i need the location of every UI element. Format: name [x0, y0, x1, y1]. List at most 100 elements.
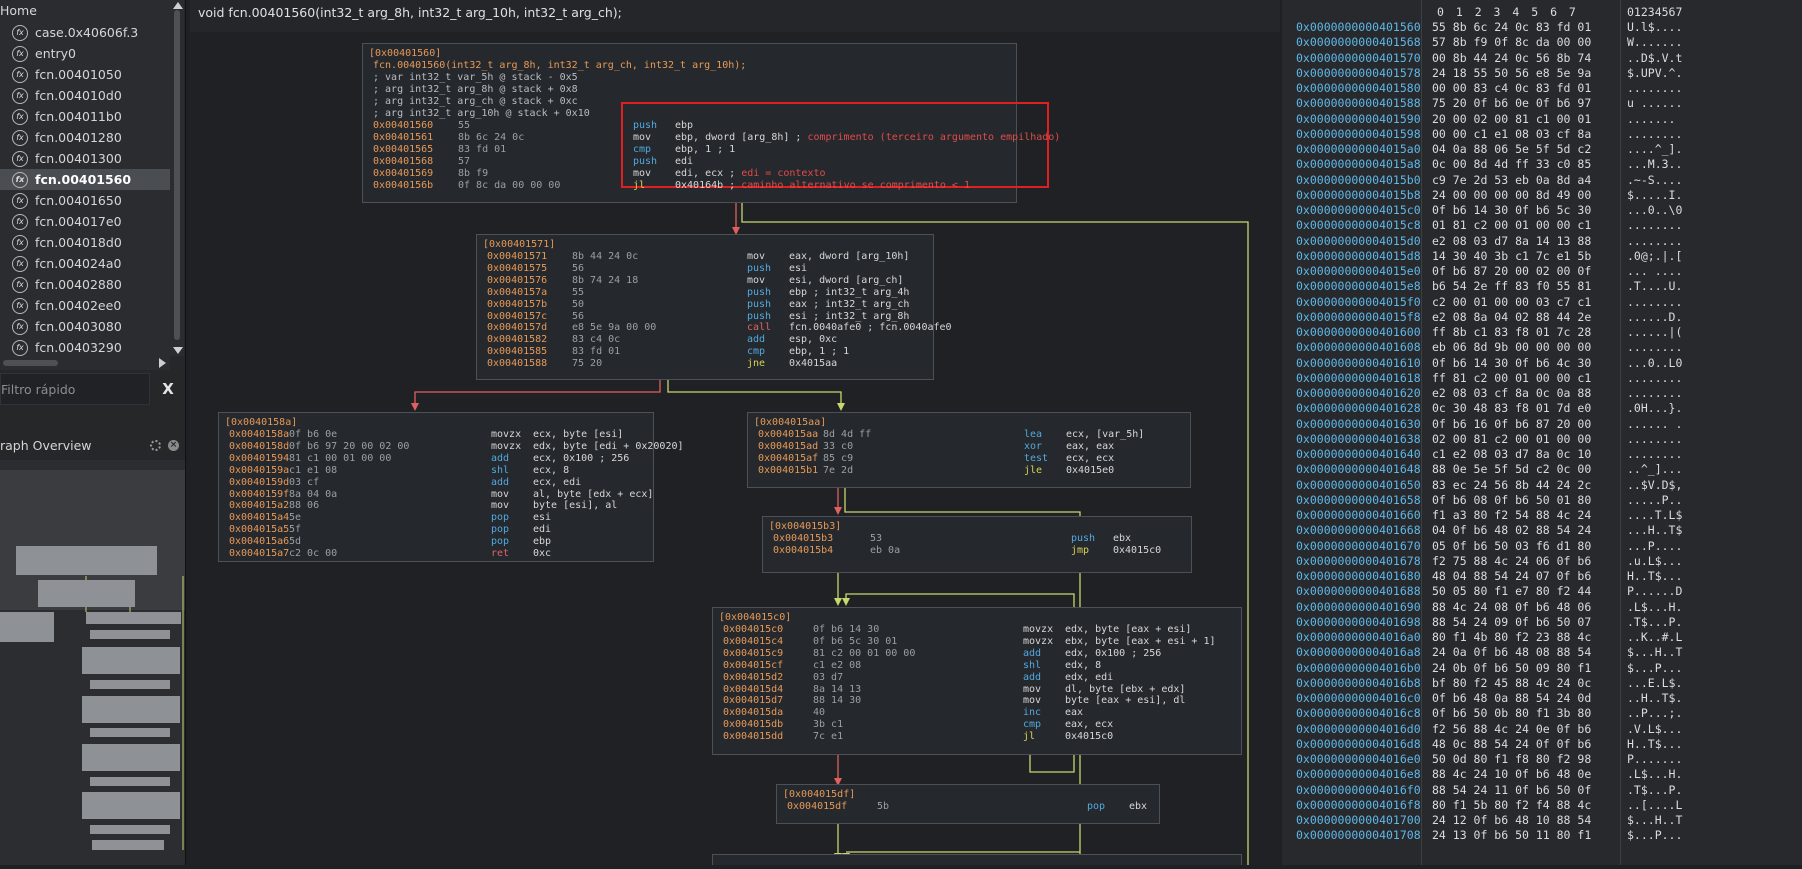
hexdump-address[interactable]: 0x0000000000401560	[1296, 20, 1421, 35]
instruction-address[interactable]: 0x00401561	[373, 132, 433, 144]
hexdump-address[interactable]: 0x00000000004016c0	[1296, 691, 1421, 706]
hexdump-bytes[interactable]: 00 8b 44 24 0c 56 8b 74	[1432, 51, 1591, 66]
hexdump-address[interactable]: 0x0000000000401628	[1296, 401, 1421, 416]
basic-block-0x004015aa[interactable]: [0x004015aa] 0x004015aa 8d 4d ff lea ecx, […	[747, 412, 1191, 488]
hexdump-address[interactable]: 0x00000000004015a0	[1296, 142, 1421, 157]
hexdump-ascii[interactable]: $.UPV.^.	[1627, 66, 1682, 81]
function-list-item[interactable]: fx fcn.00403290	[0, 337, 170, 356]
function-list-item[interactable]: fx fcn.00401280	[0, 127, 170, 148]
instruction-address[interactable]: 0x004015d4	[723, 684, 783, 696]
hexdump-ascii[interactable]: ........	[1627, 447, 1682, 462]
hexdump-address[interactable]: 0x00000000004015c8	[1296, 218, 1421, 233]
hexdump-ascii[interactable]: ...0..\0	[1627, 203, 1682, 218]
hexdump-address[interactable]: 0x0000000000401588	[1296, 96, 1421, 111]
instruction-address[interactable]: 0x0040157b	[487, 299, 547, 311]
hexdump-bytes[interactable]: 88 54 24 09 0f b6 50 07	[1432, 615, 1591, 630]
hexdump-address[interactable]: 0x00000000004015c0	[1296, 203, 1421, 218]
function-list-item[interactable]: fx fcn.00401300	[0, 148, 170, 169]
hexdump-address[interactable]: 0x00000000004016a0	[1296, 630, 1421, 645]
instruction-address[interactable]: 0x0040156b	[373, 180, 433, 192]
hexdump-address[interactable]: 0x0000000000401608	[1296, 340, 1421, 355]
function-list-item[interactable]: fx case.0x40606f.3	[0, 22, 170, 43]
hexdump-bytes[interactable]: f2 56 88 4c 24 0e 0f b6	[1432, 722, 1591, 737]
hexdump-panel[interactable]: 0 1 2 3 4 5 6 7 01234567 0x0000000000401…	[1282, 0, 1802, 865]
hexdump-bytes[interactable]: 0f b6 14 30 0f b6 5c 30	[1432, 203, 1591, 218]
hexdump-address[interactable]: 0x00000000004015e8	[1296, 279, 1421, 294]
instruction-address[interactable]: 0x0040157c	[487, 311, 547, 323]
hexdump-ascii[interactable]: .T$...P.	[1627, 615, 1682, 630]
basic-block-next[interactable]	[712, 854, 1242, 865]
hexdump-bytes[interactable]: 01 81 c2 00 01 00 00 c1	[1432, 218, 1591, 233]
hexdump-ascii[interactable]: $...H..T	[1627, 813, 1682, 828]
instruction-address[interactable]: 0x004015db	[723, 719, 783, 731]
hexdump-ascii[interactable]: ........	[1627, 234, 1682, 249]
hexdump-ascii[interactable]: H..T$...	[1627, 737, 1682, 752]
instruction-address[interactable]: 0x00401582	[487, 334, 547, 346]
hexdump-bytes[interactable]: 48 04 88 54 24 07 0f b6	[1432, 569, 1591, 584]
function-list-item[interactable]: fx fcn.00403080	[0, 316, 170, 337]
vertical-scroll-thumb[interactable]	[174, 10, 180, 340]
instruction-address[interactable]: 0x00401588	[487, 358, 547, 370]
function-list-item[interactable]: fx fcn.004024a0	[0, 253, 170, 274]
hexdump-ascii[interactable]: ..H..T$.	[1627, 691, 1682, 706]
hexdump-bytes[interactable]: 0f b6 87 20 00 02 00 0f	[1432, 264, 1591, 279]
hexdump-ascii[interactable]: u ......	[1627, 96, 1682, 111]
hexdump-address[interactable]: 0x0000000000401598	[1296, 127, 1421, 142]
hexdump-bytes[interactable]: 88 54 24 11 0f b6 50 0f	[1432, 783, 1591, 798]
hexdump-bytes[interactable]: 0c 30 48 83 f8 01 7d e0	[1432, 401, 1591, 416]
hexdump-ascii[interactable]: $...P...	[1627, 828, 1682, 843]
hexdump-address[interactable]: 0x00000000004015e0	[1296, 264, 1421, 279]
hexdump-bytes[interactable]: 0f b6 14 30 0f b6 4c 30	[1432, 356, 1591, 371]
hexdump-bytes[interactable]: 50 05 80 f1 e7 80 f2 44	[1432, 584, 1591, 599]
hexdump-ascii[interactable]: ........	[1627, 371, 1682, 386]
instruction-address[interactable]: 0x0040159f	[229, 489, 289, 501]
function-list-item[interactable]: fx fcn.00402880	[0, 274, 170, 295]
hexdump-bytes[interactable]: 0f b6 16 0f b6 87 20 00	[1432, 417, 1591, 432]
hexdump-bytes[interactable]: 50 0d 80 f1 f8 80 f2 98	[1432, 752, 1591, 767]
function-list-item[interactable]: fx fcn.00401650	[0, 190, 170, 211]
graph-overview-minimap[interactable]	[0, 460, 185, 865]
hexdump-bytes[interactable]: 24 12 0f b6 48 10 88 54	[1432, 813, 1591, 828]
instruction-address[interactable]: 0x004015b1	[758, 465, 818, 477]
hexdump-address[interactable]: 0x00000000004015d8	[1296, 249, 1421, 264]
instruction-address[interactable]: 0x004015dd	[723, 731, 783, 743]
instruction-address[interactable]: 0x0040157a	[487, 287, 547, 299]
instruction-address[interactable]: 0x0040159a	[229, 465, 289, 477]
instruction-address[interactable]: 0x00401594	[229, 453, 289, 465]
hexdump-bytes[interactable]: b6 54 2e ff 83 f0 55 81	[1432, 279, 1591, 294]
function-list-item[interactable]: fx fcn.00401050	[0, 64, 170, 85]
hexdump-ascii[interactable]: ..$V.D$,	[1627, 478, 1682, 493]
hexdump-bytes[interactable]: 88 4c 24 10 0f b6 48 0e	[1432, 767, 1591, 782]
horizontal-scroll-thumb[interactable]	[3, 360, 58, 366]
instruction-address[interactable]: 0x004015b3	[773, 533, 833, 545]
hexdump-bytes[interactable]: 80 f1 4b 80 f2 23 88 4c	[1432, 630, 1591, 645]
instruction-address[interactable]: 0x00401560	[373, 120, 433, 132]
hexdump-bytes[interactable]: e2 08 8a 04 02 88 44 2e	[1432, 310, 1591, 325]
hexdump-bytes[interactable]: 14 30 40 3b c1 7c e1 5b	[1432, 249, 1591, 264]
hexdump-bytes[interactable]: 80 f1 5b 80 f2 f4 88 4c	[1432, 798, 1591, 813]
hexdump-address[interactable]: 0x0000000000401568	[1296, 35, 1421, 50]
hexdump-ascii[interactable]: ... ....	[1627, 264, 1682, 279]
instruction-address[interactable]: 0x00401568	[373, 156, 433, 168]
hexdump-address[interactable]: 0x00000000004016b0	[1296, 661, 1421, 676]
hexdump-bytes[interactable]: 0f b6 08 0f b6 50 01 80	[1432, 493, 1591, 508]
hexdump-address[interactable]: 0x0000000000401650	[1296, 478, 1421, 493]
instruction-address[interactable]: 0x004015df	[787, 801, 847, 813]
instruction-address[interactable]: 0x004015c9	[723, 648, 783, 660]
hexdump-ascii[interactable]: .0@;.|.[	[1627, 249, 1682, 264]
hexdump-bytes[interactable]: 24 13 0f b6 50 11 80 f1	[1432, 828, 1591, 843]
hexdump-address[interactable]: 0x00000000004015d0	[1296, 234, 1421, 249]
hexdump-address[interactable]: 0x0000000000401688	[1296, 584, 1421, 599]
hexdump-bytes[interactable]: eb 06 8d 9b 00 00 00 00	[1432, 340, 1591, 355]
instruction-address[interactable]: 0x004015ad	[758, 441, 818, 453]
hexdump-ascii[interactable]: ...E.L$.	[1627, 676, 1682, 691]
hexdump-address[interactable]: 0x00000000004016b8	[1296, 676, 1421, 691]
hexdump-ascii[interactable]: .V.L$...	[1627, 722, 1682, 737]
instruction-address[interactable]: 0x0040157d	[487, 322, 547, 334]
hexdump-ascii[interactable]: W.......	[1627, 35, 1682, 50]
hexdump-bytes[interactable]: 02 00 81 c2 00 01 00 00	[1432, 432, 1591, 447]
hexdump-ascii[interactable]: ......D.	[1627, 310, 1682, 325]
hexdump-address[interactable]: 0x0000000000401668	[1296, 523, 1421, 538]
basic-block-0x004015df[interactable]: [0x004015df] 0x004015df 5b pop ebx	[776, 784, 1160, 824]
quick-filter-input[interactable]: Filtro rápido	[0, 373, 150, 405]
